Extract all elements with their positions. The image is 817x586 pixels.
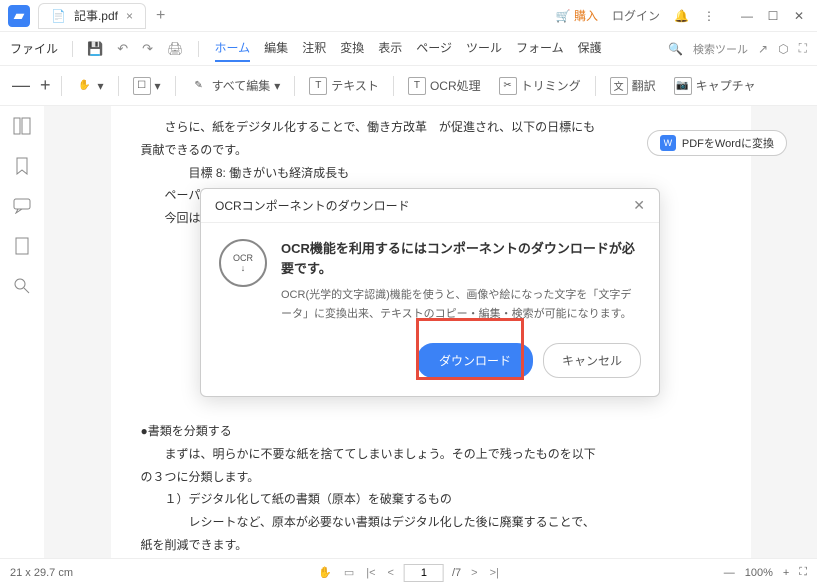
close-tab-icon[interactable]: ×	[126, 9, 133, 23]
tab-tool[interactable]: ツール	[466, 35, 502, 62]
trimming-button[interactable]: ✂トリミング	[495, 75, 585, 97]
select-tool-button[interactable]: ☐▾	[129, 75, 165, 97]
page-total-label: /7	[452, 567, 461, 579]
tab-convert[interactable]: 変換	[340, 35, 364, 62]
ocr-download-dialog: OCRコンポーネントのダウンロード ✕ OCR↓ OCR機能を利用するにはコンポ…	[200, 188, 660, 397]
app-icon: ▰	[8, 5, 30, 27]
purchase-link[interactable]: 🛒 購入	[556, 7, 598, 24]
first-page-button[interactable]: |<	[364, 567, 377, 579]
zoom-in-status[interactable]: +	[783, 567, 789, 579]
read-mode-icon[interactable]: ▭	[342, 566, 356, 579]
maximize-button[interactable]: ☐	[763, 6, 783, 26]
share-icon[interactable]: ↗	[758, 42, 768, 56]
fit-page-icon[interactable]: ⛶	[799, 566, 807, 579]
bookmark-icon[interactable]	[12, 156, 32, 176]
close-window-button[interactable]: ✕	[789, 6, 809, 26]
pdf-to-word-button[interactable]: W PDFをWordに変換	[647, 130, 787, 156]
undo-icon[interactable]: ↶	[113, 41, 132, 57]
word-icon: W	[660, 135, 676, 151]
zoom-out-button[interactable]: —	[12, 75, 30, 96]
page-number-input[interactable]	[404, 564, 444, 582]
tab-view[interactable]: 表示	[378, 35, 402, 62]
tab-edit[interactable]: 編集	[264, 35, 288, 62]
tab-annotate[interactable]: 注釈	[302, 35, 326, 62]
translate-button[interactable]: 文翻訳	[606, 75, 660, 97]
next-page-button[interactable]: >	[469, 567, 479, 579]
edit-all-button[interactable]: ✎すべて編集▾	[186, 75, 285, 97]
zoom-in-button[interactable]: +	[40, 75, 51, 96]
dialog-close-button[interactable]: ✕	[633, 197, 645, 214]
dialog-heading: OCR機能を利用するにはコンポーネントのダウンロードが必要です。	[281, 239, 641, 278]
document-tab[interactable]: 📄 記事.pdf ×	[38, 3, 146, 29]
minimize-button[interactable]: —	[737, 6, 757, 26]
tab-protect[interactable]: 保護	[578, 35, 602, 62]
cloud-icon[interactable]: ⬡	[778, 42, 788, 56]
comments-icon[interactable]	[12, 196, 32, 216]
redo-icon[interactable]: ↷	[138, 41, 157, 57]
prev-page-button[interactable]: <	[386, 567, 396, 579]
fullscreen-icon[interactable]: ⛶	[799, 41, 807, 56]
new-tab-button[interactable]: +	[156, 7, 165, 25]
zoom-out-status[interactable]: —	[724, 567, 735, 579]
dialog-title: OCRコンポーネントのダウンロード	[215, 197, 410, 214]
hand-tool-button[interactable]: ✋▾	[72, 75, 108, 97]
dialog-body-text: OCR(光学的文字認識)機能を使うと、画像や絵になった文字を「文字データ」に変換…	[281, 286, 641, 323]
tab-form[interactable]: フォーム	[516, 35, 564, 62]
file-menu[interactable]: ファイル	[10, 40, 58, 57]
search-icon: 🔍	[668, 42, 683, 56]
download-button[interactable]: ダウンロード	[417, 343, 533, 378]
page-size-label: 21 x 29.7 cm	[10, 567, 73, 579]
ocr-button[interactable]: TOCR処理	[404, 75, 485, 97]
notification-icon[interactable]: 🔔	[674, 9, 689, 23]
search-panel-icon[interactable]	[12, 276, 32, 296]
login-link[interactable]: ログイン	[612, 7, 660, 24]
capture-button[interactable]: 📷キャプチャ	[670, 75, 760, 97]
tab-page[interactable]: ページ	[416, 35, 452, 62]
more-icon[interactable]: ⋮	[703, 9, 715, 23]
tab-filename: 記事.pdf	[74, 7, 118, 24]
text-tool-button[interactable]: Tテキスト	[305, 75, 383, 97]
zoom-level-label: 100%	[745, 567, 773, 579]
tab-home[interactable]: ホーム	[215, 35, 251, 62]
pdf-file-icon: 📄	[51, 9, 66, 23]
attachments-icon[interactable]	[12, 236, 32, 256]
search-tool-input[interactable]: 検索ツール	[693, 41, 748, 57]
ocr-badge-icon: OCR↓	[219, 239, 267, 287]
thumbnails-icon[interactable]	[12, 116, 32, 136]
hand-mode-icon[interactable]: ✋	[316, 566, 334, 579]
last-page-button[interactable]: >|	[488, 567, 501, 579]
cancel-button[interactable]: キャンセル	[543, 343, 641, 378]
save-icon[interactable]: 💾	[83, 41, 107, 57]
print-icon[interactable]: 🖨	[163, 41, 188, 57]
